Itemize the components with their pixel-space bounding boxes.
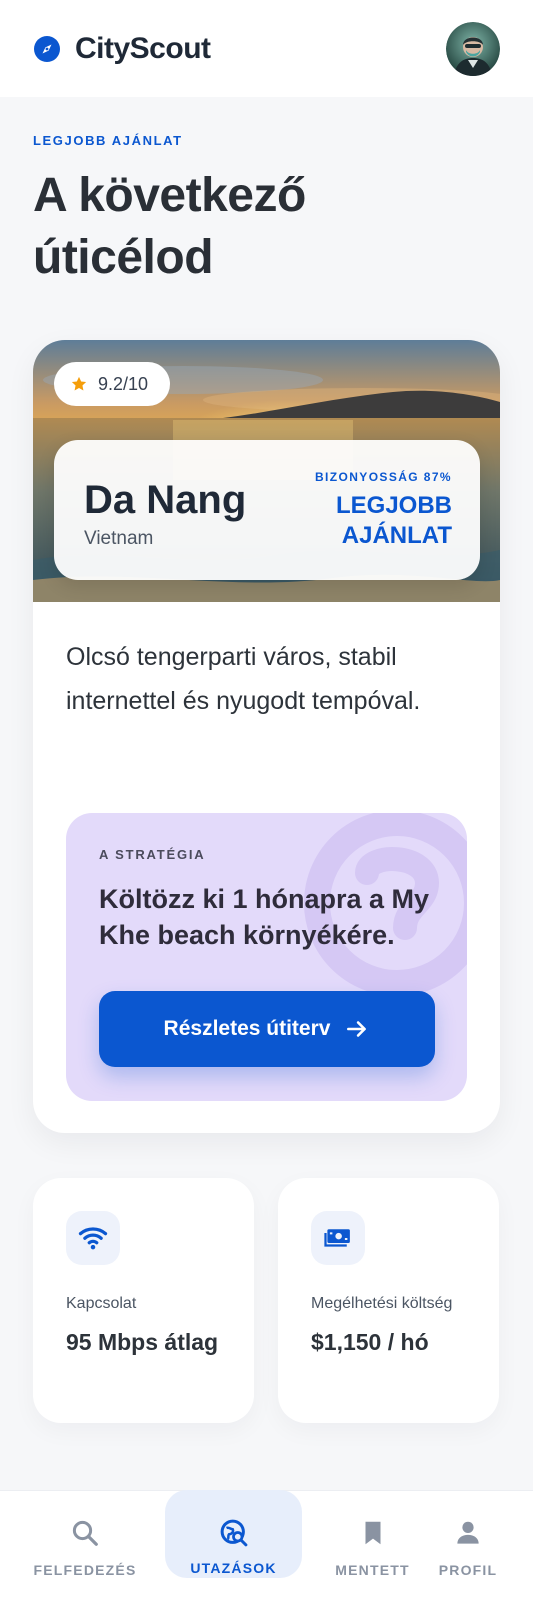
stat-value: 95 Mbps átlag (66, 1329, 219, 1355)
bookmark-icon (365, 1521, 380, 1545)
section-eyebrow: LEGJOBB AJÁNLAT (33, 133, 183, 148)
cta-label: Részletes útiterv (163, 1017, 331, 1040)
confidence-label: BIZONYOSSÁG 87% (314, 470, 452, 484)
verdict-label: LEGJOBB AJÁNLAT (335, 492, 452, 549)
avatar[interactable] (446, 21, 500, 76)
avatar-image (446, 21, 500, 76)
cash-icon (324, 1229, 350, 1247)
wifi-icon (78, 1227, 108, 1250)
nav-label: PROFIL (438, 1562, 498, 1578)
rating-value: 9.2/10 (98, 373, 149, 394)
nav-item-trips[interactable]: UTAZÁSOK (165, 1490, 302, 1600)
city-name: Da Nang (84, 478, 247, 522)
nav-item-saved[interactable]: MENTETT (320, 1490, 425, 1600)
travel-explore-icon (220, 1519, 247, 1547)
nav-label: FELFEDEZÉS (33, 1562, 137, 1578)
search-icon (72, 1520, 98, 1546)
cost-of-living-card: Megélhetési költség $1,150 / hó (278, 1178, 499, 1423)
detailed-itinerary-button[interactable]: Részletes útiterv (99, 991, 435, 1067)
strategy-panel: A STRATÉGIA Költözz ki 1 hónapra a My Kh… (66, 813, 467, 1101)
stat-icon-box (66, 1211, 120, 1265)
app-name: CityScout (75, 31, 211, 65)
app-header: CityScout (0, 0, 533, 97)
brand[interactable]: CityScout (33, 32, 211, 66)
stat-icon-box (311, 1211, 365, 1265)
person-icon (457, 1521, 479, 1544)
arrow-right-icon (347, 1021, 367, 1037)
rating-badge: 9.2/10 (54, 362, 170, 406)
strategy-label: A STRATÉGIA (99, 847, 206, 862)
nav-item-explore[interactable]: FELFEDEZÉS (25, 1490, 145, 1600)
country-name: Vietnam (84, 528, 154, 549)
nav-label: UTAZÁSOK (190, 1560, 277, 1576)
stat-label: Kapcsolat (66, 1295, 137, 1312)
stat-label: Megélhetési költség (311, 1295, 453, 1312)
destination-card: 9.2/10 Da Nang Vietnam BIZONYOSSÁG 87% L… (33, 340, 500, 1133)
nav-label: MENTETT (335, 1562, 410, 1578)
nav-item-profile[interactable]: PROFIL (428, 1490, 508, 1600)
strategy-text: Költözz ki 1 hónapra a My Khe beach körn… (99, 884, 430, 950)
destination-description: Olcsó tengerparti város, stabil internet… (66, 643, 421, 715)
page-title: A következő úticélod (33, 169, 306, 284)
connectivity-card: Kapcsolat 95 Mbps átlag (33, 1178, 254, 1423)
stat-value: $1,150 / hó (311, 1329, 429, 1355)
place-info-card: Da Nang Vietnam BIZONYOSSÁG 87% LEGJOBB … (54, 440, 480, 580)
star-icon (71, 376, 87, 391)
compass-icon (34, 35, 60, 62)
